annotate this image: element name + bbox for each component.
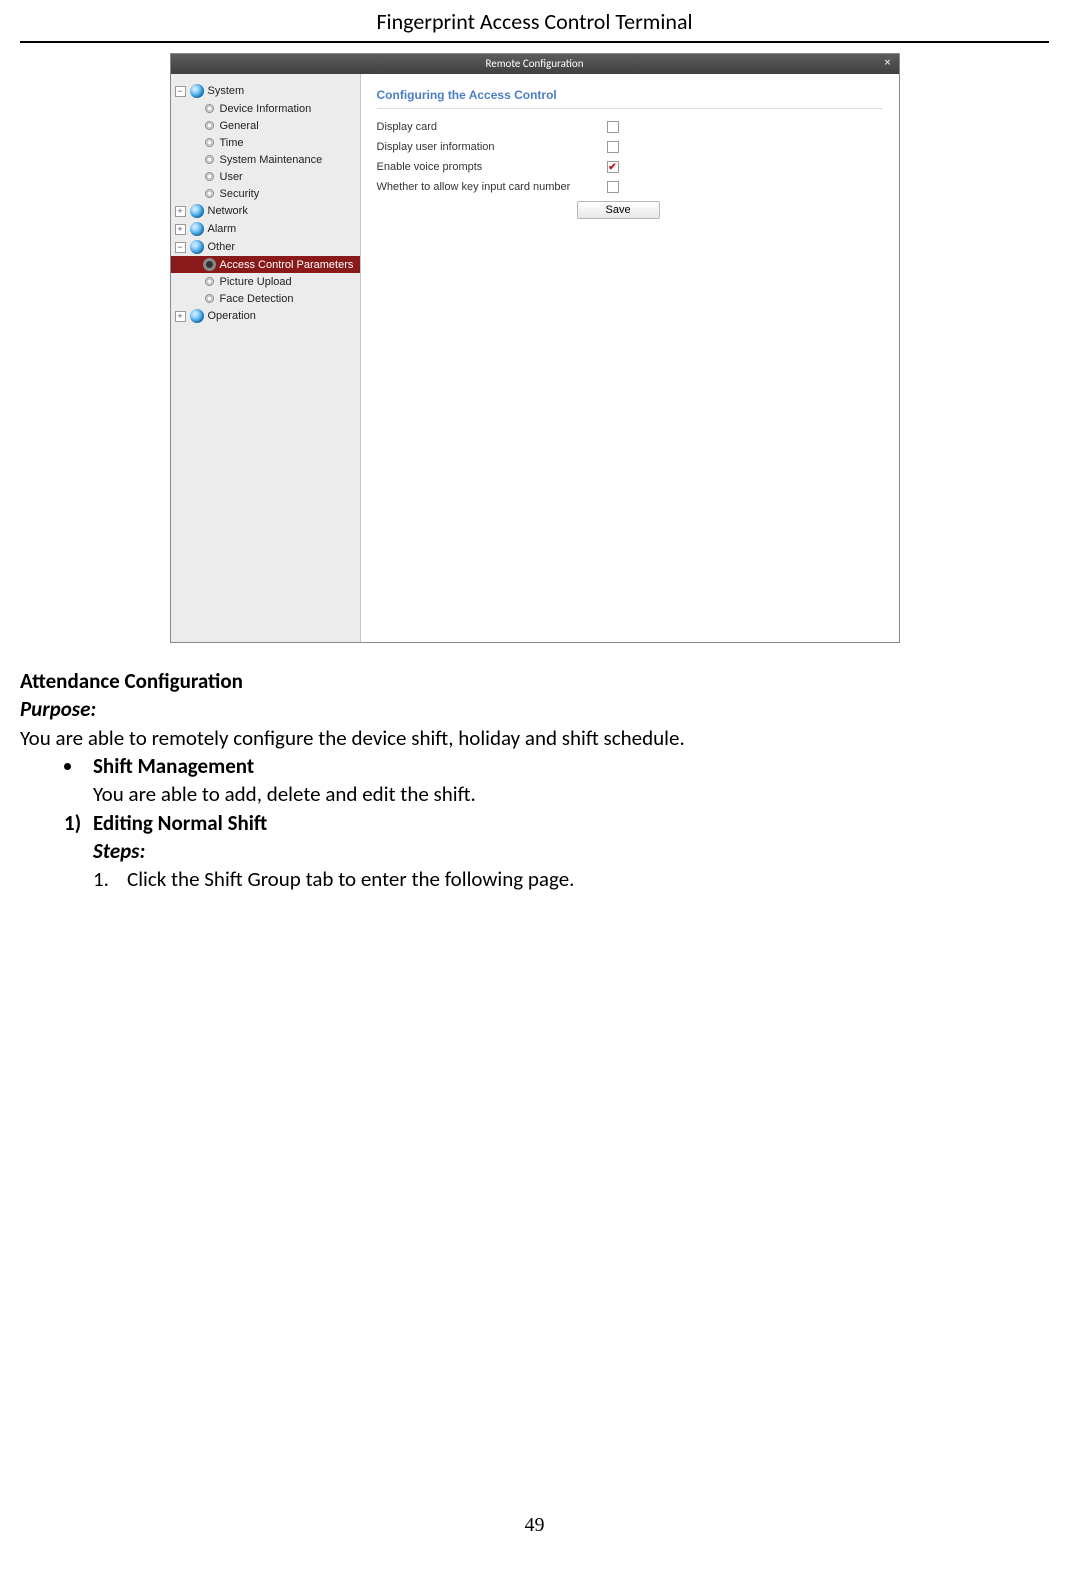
tree-label: System Maintenance (220, 154, 323, 166)
close-icon[interactable]: × (881, 56, 895, 70)
tree-label: Time (220, 137, 244, 149)
window-title: Remote Configuration (485, 57, 583, 70)
tree-label: General (220, 120, 259, 132)
tree-label: Network (208, 205, 248, 217)
config-panel: Configuring the Access Control Display c… (361, 74, 899, 642)
collapse-icon[interactable]: − (175, 242, 186, 253)
globe-icon (190, 84, 204, 98)
gear-icon (203, 258, 216, 271)
tree-node-network[interactable]: + Network (171, 202, 360, 220)
tree-label: Alarm (208, 223, 237, 235)
save-button[interactable]: Save (577, 201, 660, 219)
document-body: Attendance Configuration Purpose: You ar… (20, 667, 1049, 894)
tree-node-system-maint[interactable]: System Maintenance (171, 151, 360, 168)
checkbox-display-user-info[interactable] (607, 141, 619, 153)
checkbox-key-input-card[interactable] (607, 181, 619, 193)
panel-heading: Configuring the Access Control (377, 84, 883, 109)
gear-icon (203, 187, 216, 200)
form-label: Display user information (377, 141, 607, 153)
tree-label: System (208, 85, 245, 97)
doc-header: Fingerprint Access Control Terminal (20, 0, 1049, 43)
purpose-label: Purpose: (20, 695, 1049, 723)
row-key-input-card: Whether to allow key input card number (377, 181, 883, 193)
remote-config-window: Remote Configuration × − System Device I… (170, 53, 900, 643)
collapse-icon[interactable]: − (175, 86, 186, 97)
tree-label: Device Information (220, 103, 312, 115)
tree-label: Security (220, 188, 260, 200)
tree-node-picture-upload[interactable]: Picture Upload (171, 273, 360, 290)
expand-icon[interactable]: + (175, 311, 186, 322)
tree-node-user[interactable]: User (171, 168, 360, 185)
step-1-body: Click the Shift Group tab to enter the f… (127, 865, 574, 893)
globe-icon (190, 222, 204, 236)
tree-node-system[interactable]: − System (171, 82, 360, 100)
tree-node-access-control-params[interactable]: Access Control Parameters (171, 256, 360, 273)
step-number-1: 1. (93, 865, 127, 893)
tree-node-alarm[interactable]: + Alarm (171, 220, 360, 238)
tree-node-general[interactable]: General (171, 117, 360, 134)
globe-icon (190, 204, 204, 218)
row-enable-voice: Enable voice prompts ✔ (377, 161, 883, 173)
page-number: 49 (20, 1514, 1049, 1537)
config-tree: − System Device Information General Time (171, 74, 361, 642)
heading-attendance-config: Attendance Configuration (20, 667, 1049, 695)
gear-icon (203, 292, 216, 305)
tree-label: Face Detection (220, 293, 294, 305)
tree-label: Operation (208, 310, 256, 322)
tree-node-other[interactable]: − Other (171, 238, 360, 256)
heading-editing-normal-shift: Editing Normal Shift (93, 809, 267, 837)
form-label: Enable voice prompts (377, 161, 607, 173)
gear-icon (203, 119, 216, 132)
tree-label: User (220, 171, 243, 183)
bullet-icon (64, 763, 71, 770)
form-label: Whether to allow key input card number (377, 181, 607, 193)
checkbox-enable-voice[interactable]: ✔ (607, 161, 619, 173)
row-display-card: Display card (377, 121, 883, 133)
row-display-user-info: Display user information (377, 141, 883, 153)
form-label: Display card (377, 121, 607, 133)
expand-icon[interactable]: + (175, 206, 186, 217)
gear-icon (203, 136, 216, 149)
steps-label: Steps: (93, 837, 1049, 865)
gear-icon (203, 102, 216, 115)
tree-node-time[interactable]: Time (171, 134, 360, 151)
globe-icon (190, 309, 204, 323)
list-number-1: 1) (64, 809, 93, 837)
tree-node-device-info[interactable]: Device Information (171, 100, 360, 117)
tree-node-operation[interactable]: + Operation (171, 307, 360, 325)
shift-mgmt-body: You are able to add, delete and edit the… (93, 780, 1049, 808)
gear-icon (203, 153, 216, 166)
window-titlebar: Remote Configuration × (171, 54, 899, 74)
bullet-shift-management: Shift Management (93, 752, 254, 780)
gear-icon (203, 170, 216, 183)
expand-icon[interactable]: + (175, 224, 186, 235)
tree-label: Access Control Parameters (220, 259, 354, 271)
purpose-body: You are able to remotely configure the d… (20, 724, 1049, 752)
tree-node-face-detection[interactable]: Face Detection (171, 290, 360, 307)
tree-node-security[interactable]: Security (171, 185, 360, 202)
globe-icon (190, 240, 204, 254)
checkbox-display-card[interactable] (607, 121, 619, 133)
gear-icon (203, 275, 216, 288)
tree-label: Picture Upload (220, 276, 292, 288)
tree-label: Other (208, 241, 236, 253)
